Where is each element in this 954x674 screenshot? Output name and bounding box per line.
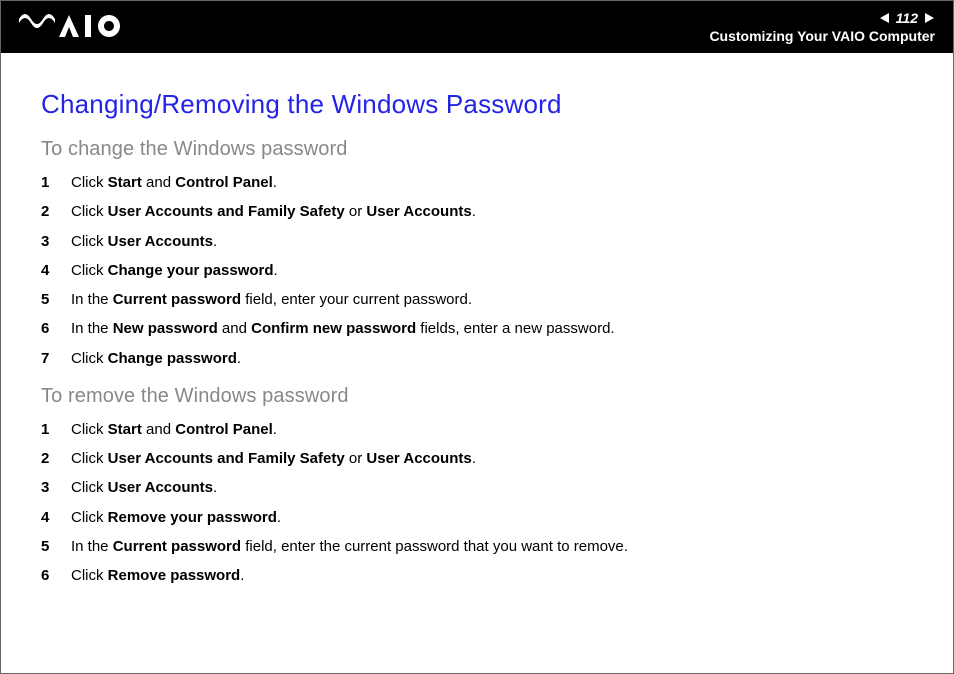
page-title: Changing/Removing the Windows Password <box>41 89 913 120</box>
section-1-steps: Click Start and Control Panel. Click User… <box>41 173 913 369</box>
next-page-icon[interactable] <box>923 12 935 24</box>
section-2-steps: Click Start and Control Panel. Click User… <box>41 420 913 587</box>
step-item: Click Start and Control Panel. <box>41 173 913 193</box>
step-item: Click User Accounts and Family Safety or… <box>41 202 913 222</box>
breadcrumb: Customizing Your VAIO Computer <box>709 28 935 44</box>
step-item: Click Remove password. <box>41 566 913 586</box>
step-item: In the Current password field, enter you… <box>41 290 913 310</box>
step-item: In the New password and Confirm new pass… <box>41 319 913 339</box>
step-item: Click User Accounts. <box>41 478 913 498</box>
step-item: In the Current password field, enter the… <box>41 537 913 557</box>
vaio-logo <box>19 13 129 41</box>
step-item: Click Change your password. <box>41 261 913 281</box>
step-item: Click Change password. <box>41 349 913 369</box>
section-1-title: To change the Windows password <box>41 138 913 161</box>
section-2-title: To remove the Windows password <box>41 385 913 408</box>
step-item: Click User Accounts. <box>41 232 913 252</box>
step-item: Click User Accounts and Family Safety or… <box>41 449 913 469</box>
header-right: 112 Customizing Your VAIO Computer <box>709 10 935 44</box>
step-item: Click Start and Control Panel. <box>41 420 913 440</box>
prev-page-icon[interactable] <box>879 12 891 24</box>
page-nav: 112 <box>879 10 935 26</box>
content-area: Changing/Removing the Windows Password T… <box>1 53 953 586</box>
step-item: Click Remove your password. <box>41 508 913 528</box>
page-number: 112 <box>895 10 919 26</box>
header-bar: 112 Customizing Your VAIO Computer <box>1 1 953 53</box>
